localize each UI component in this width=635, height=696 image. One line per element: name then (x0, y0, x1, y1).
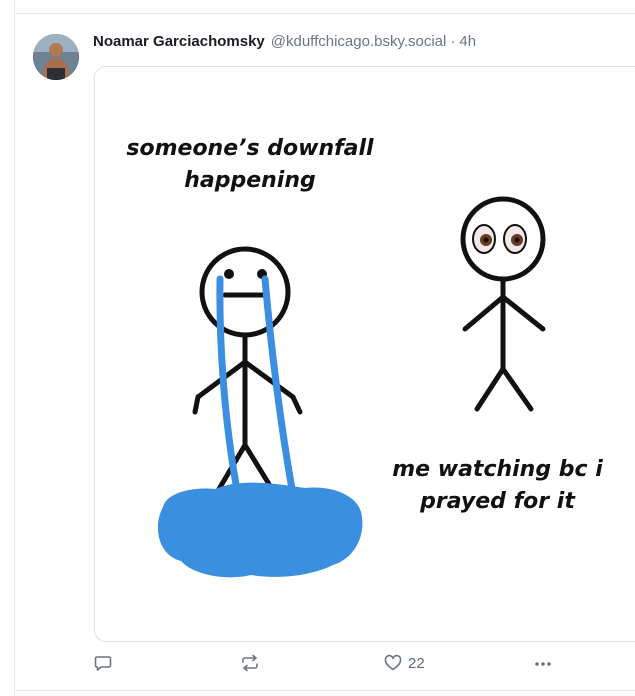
caption-left-line: someone’s downfall (126, 136, 374, 161)
reply-button[interactable] (94, 648, 112, 678)
more-options-button[interactable] (533, 648, 553, 678)
caption-left-line: happening (184, 168, 316, 193)
post-image[interactable]: someone’s downfall happening me watching… (94, 66, 635, 642)
ellipsis-icon (535, 662, 551, 666)
post-top-divider (14, 13, 635, 14)
repost-button[interactable] (240, 648, 260, 678)
caption-left: someone’s downfall happening (105, 133, 395, 197)
repost-arrows-icon (242, 654, 258, 672)
author-name[interactable]: Noamar Garciachomsky (93, 33, 265, 50)
post-bottom-divider (14, 690, 635, 691)
caption-right-line: me watching bc i (392, 457, 603, 482)
feed-left-border (14, 0, 15, 696)
post-actions: 22 (0, 648, 635, 678)
heart-icon (384, 654, 402, 671)
like-count: 22 (408, 654, 425, 672)
comment-bubble-icon (94, 656, 112, 671)
caption-right-line: prayed for it (420, 489, 575, 514)
author-handle[interactable]: @kduffchicago.bsky.social (271, 33, 447, 50)
like-button[interactable]: 22 (384, 648, 425, 678)
avatar-photo (33, 34, 79, 80)
avatar[interactable] (33, 34, 79, 80)
caption-right: me watching bc i prayed for it (380, 454, 615, 518)
separator-dot: · (450, 33, 456, 50)
post-timestamp[interactable]: 4h (459, 33, 476, 50)
post-header: Noamar Garciachomsky @kduffchicago.bsky.s… (93, 33, 476, 50)
